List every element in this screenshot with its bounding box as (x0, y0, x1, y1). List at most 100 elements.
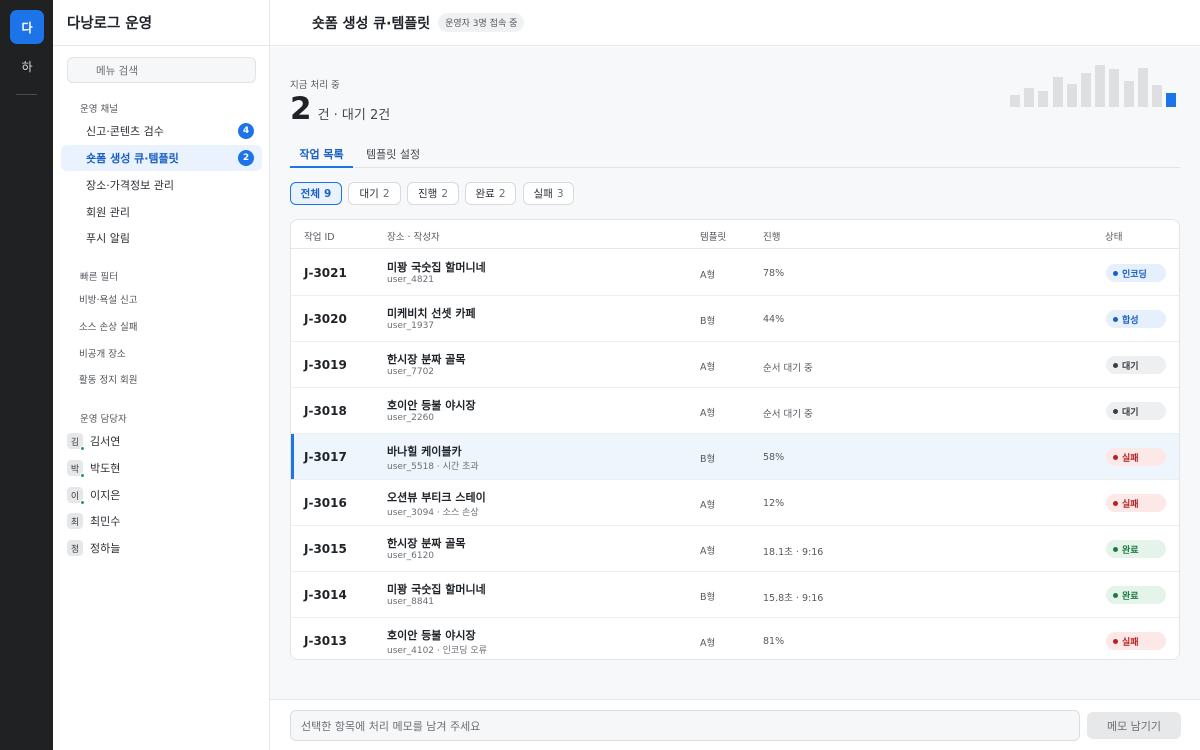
online-dot (80, 473, 85, 478)
processing-count: 2 (290, 91, 312, 127)
chip-label: 진행 (417, 188, 438, 200)
status-dot-icon (1113, 408, 1118, 414)
status-badge: 인코딩 (1106, 264, 1166, 282)
sidebar-item-shortform-queue[interactable]: 숏폼 생성 큐·템플릿 2 (61, 145, 262, 171)
count-badge: 4 (238, 123, 254, 139)
chip-count: 2 (441, 187, 448, 200)
template-type: B형 (700, 592, 716, 603)
tab-job-list[interactable]: 작업 목록 (290, 143, 353, 168)
header-progress[interactable]: 진행 (763, 229, 780, 243)
table-row[interactable]: J-3018 호이안 등불 야시장 user_2260 A형 순서 대기 중 대기 (291, 388, 1179, 434)
status-dot-icon (1113, 546, 1118, 552)
table-row[interactable]: J-3013 호이안 등불 야시장 user_4102 · 인코딩 오류 A형 81% 실… (291, 618, 1179, 659)
quick-filter-private-place[interactable]: 비공개 장소 (79, 346, 126, 360)
job-id: J-3021 (304, 266, 347, 280)
filter-chip-all[interactable]: 전체 9 (290, 182, 342, 205)
author-info: user_5518 · 시간 초과 (387, 462, 479, 472)
sparkline-bar (1081, 73, 1091, 107)
staff-name: 정하늘 (90, 542, 121, 555)
staff-name: 최민수 (90, 515, 121, 528)
sparkline-bar (1137, 68, 1148, 107)
tab-bar: 작업 목록 템플릿 설정 (290, 143, 1180, 168)
sidebar-item-push[interactable]: 푸시 알림 (61, 225, 262, 251)
header-status[interactable]: 상태 (1105, 229, 1122, 243)
author-info: user_8841 (387, 597, 435, 607)
sidebar-title: 다낭로그 운영 (53, 0, 269, 46)
status-badge: 실패 (1106, 494, 1166, 512)
online-dot (80, 446, 85, 451)
filter-chip-running[interactable]: 진행 2 (407, 182, 459, 205)
table-row[interactable]: J-3015 한시장 분짜 골목 user_6120 A형 18.1초 · 9:16 완료 (291, 526, 1179, 572)
section-title-staff: 운영 담당자 (80, 414, 127, 425)
chip-count: 2 (498, 187, 506, 200)
progress-text: 44% (763, 314, 785, 325)
staff-member[interactable]: 최 최민수 (67, 512, 120, 530)
sidebar-item-label: 회원 관리 (86, 206, 130, 219)
rail-workspace-ha[interactable]: 하 (10, 49, 44, 83)
status-badge: 완료 (1106, 586, 1166, 604)
summary-kicker: 지금 처리 중 (290, 80, 340, 91)
place-name: 호이안 등불 야시장 (387, 399, 476, 412)
staff-member[interactable]: 박 박도현 (67, 459, 120, 478)
table-row[interactable]: J-3016 오션뷰 부티크 스테이 user_3094 · 소스 손상 A형 12% 실… (291, 480, 1179, 526)
filter-chip-failed[interactable]: 실패 3 (523, 182, 574, 205)
status-dot-icon (1113, 362, 1118, 368)
staff-name: 이지은 (90, 489, 121, 502)
avatar: 김 (67, 433, 85, 451)
staff-member[interactable]: 이 이지은 (67, 486, 121, 505)
quick-filter-abuse[interactable]: 비방·욕설 신고 (79, 292, 137, 306)
staff-member[interactable]: 김 김서연 (67, 432, 121, 451)
avatar: 정 (67, 540, 83, 556)
table-row[interactable]: J-3021 미꽝 국숫집 할머니네 user_4821 A형 78% 인코딩 (291, 250, 1179, 296)
author-info: user_4102 · 인코딩 오류 (387, 646, 487, 656)
template-type: B형 (700, 316, 716, 327)
place-name: 오션뷰 부티크 스테이 (387, 491, 486, 504)
job-table: 작업 ID 장소 · 작성자 템플릿 진행 상태 J-3021 미꽝 국숫집 할머… (290, 219, 1180, 660)
menu-search-input[interactable]: 메뉴 검색 (67, 57, 256, 83)
place-name: 미꽝 국숫집 할머니네 (387, 261, 486, 274)
filter-chip-waiting[interactable]: 대기 2 (348, 182, 401, 205)
sparkline-bar (1066, 84, 1077, 107)
sidebar-item-place-price[interactable]: 장소·가격정보 관리 (61, 172, 262, 198)
place-name: 미케비치 선셋 카페 (387, 307, 476, 320)
progress-text: 순서 대기 중 (763, 409, 813, 420)
status-dot-icon (1113, 270, 1118, 276)
staff-member[interactable]: 정 정하늘 (67, 539, 120, 557)
tab-template-settings[interactable]: 템플릿 설정 (366, 143, 420, 168)
sparkline-bar (1152, 85, 1162, 107)
table-row[interactable]: J-3017 바나힐 케이블카 user_5518 · 시간 초과 B형 58% 실패 (291, 434, 1179, 480)
place-name: 바나힐 케이블카 (387, 445, 462, 458)
table-row[interactable]: J-3019 한시장 분짜 골목 user_7702 A형 순서 대기 중 대기 (291, 342, 1179, 388)
job-id: J-3013 (304, 634, 347, 648)
job-id: J-3019 (304, 358, 347, 372)
sparkline-bar (1052, 77, 1063, 107)
header-place[interactable]: 장소 · 작성자 (387, 229, 440, 243)
place-name: 미꽝 국숫집 할머니네 (387, 583, 486, 596)
section-title-channels: 운영 채널 (80, 104, 118, 115)
staff-name: 김서연 (90, 435, 121, 448)
header-template[interactable]: 템플릿 (700, 229, 726, 243)
status-label: 실패 (1122, 453, 1139, 464)
status-label: 완료 (1122, 591, 1139, 602)
author-info: user_3094 · 소스 손상 (387, 508, 479, 518)
rail-workspace-da[interactable]: 다 (10, 10, 44, 44)
filter-chip-done[interactable]: 완료 2 (465, 182, 516, 205)
table-row[interactable]: J-3020 미케비치 선셋 카페 user_1937 B형 44% 합성 (291, 296, 1179, 342)
status-label: 실패 (1122, 637, 1139, 648)
quick-filter-suspended[interactable]: 활동 정지 회원 (79, 372, 137, 386)
sidebar-item-report-review[interactable]: 신고·콘텐츠 검수 4 (61, 118, 262, 144)
sidebar-item-members[interactable]: 회원 관리 (61, 199, 262, 225)
place-name: 호이안 등불 야시장 (387, 629, 476, 642)
sparkline-bar (1123, 81, 1134, 107)
table-row[interactable]: J-3014 미꽝 국숫집 할머니네 user_8841 B형 15.8초 · 9:16… (291, 572, 1179, 618)
avatar: 이 (67, 487, 85, 505)
sidebar-item-label: 푸시 알림 (86, 232, 130, 245)
status-dot-icon (1113, 454, 1118, 460)
quick-filter-source-broken[interactable]: 소스 손상 실패 (79, 319, 137, 333)
memo-submit-button[interactable]: 메모 남기기 (1087, 712, 1181, 739)
memo-input[interactable]: 선택한 항목에 처리 메모를 남겨 주세요 (290, 710, 1080, 741)
sidebar-item-label: 신고·콘텐츠 검수 (86, 125, 164, 138)
rail-divider (16, 94, 37, 95)
author-info: user_1937 (387, 321, 435, 331)
header-job-id[interactable]: 작업 ID (304, 229, 335, 243)
